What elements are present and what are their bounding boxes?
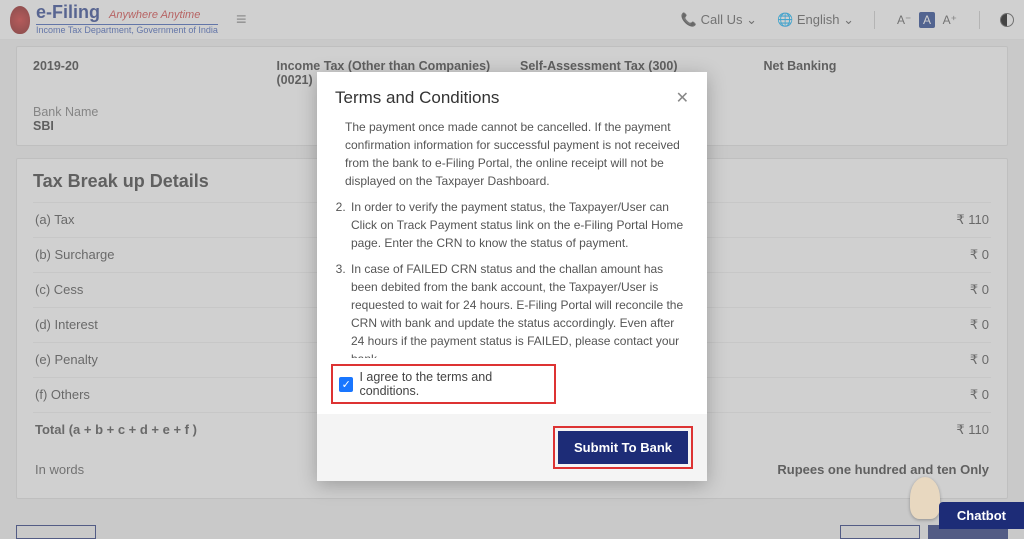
chatbot-button[interactable]: Chatbot — [939, 502, 1024, 529]
modal-overlay: Terms and Conditions ✕ The payment once … — [0, 0, 1024, 539]
checkbox-checked-icon[interactable]: ✓ — [339, 377, 353, 392]
term-item: The payment once made cannot be cancelle… — [343, 118, 687, 190]
chatbot-label: Chatbot — [957, 508, 1006, 523]
agree-section: ✓ I agree to the terms and conditions. — [317, 358, 707, 414]
terms-modal: Terms and Conditions ✕ The payment once … — [317, 72, 707, 481]
modal-title: Terms and Conditions — [335, 88, 499, 108]
submit-to-bank-button[interactable]: Submit To Bank — [558, 431, 688, 464]
modal-body: The payment once made cannot be cancelle… — [317, 118, 707, 358]
modal-footer: Submit To Bank — [317, 414, 707, 481]
submit-highlight: Submit To Bank — [553, 426, 693, 469]
agree-label: I agree to the terms and conditions. — [359, 370, 548, 398]
chatbot-avatar-icon[interactable] — [910, 477, 940, 519]
agree-checkbox-row[interactable]: ✓ I agree to the terms and conditions. — [331, 364, 556, 404]
term-item: In case of FAILED CRN status and the cha… — [349, 260, 687, 358]
term-item: In order to verify the payment status, t… — [349, 198, 687, 252]
modal-header: Terms and Conditions ✕ — [317, 72, 707, 118]
close-icon[interactable]: ✕ — [676, 88, 689, 108]
